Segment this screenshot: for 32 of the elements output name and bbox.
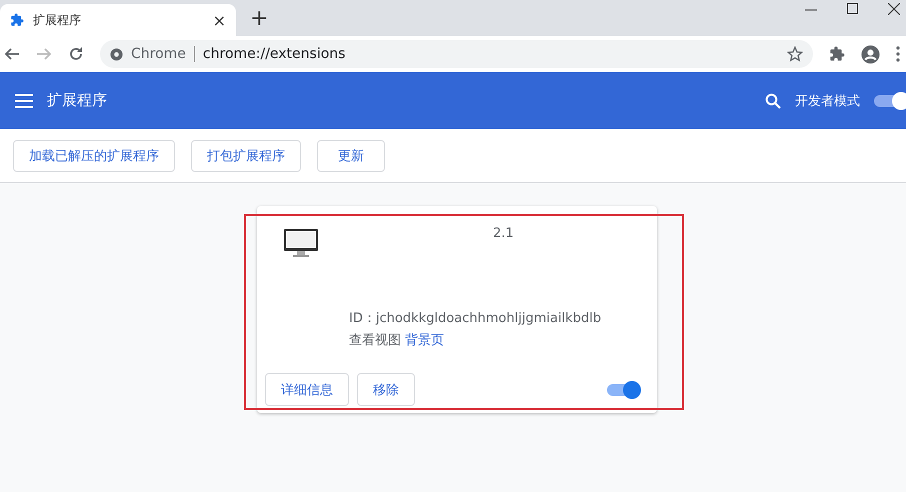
profile-icon[interactable] (861, 44, 880, 64)
url-text: chrome://extensions (202, 46, 346, 62)
inspect-views-label: 查看视图 (349, 333, 401, 348)
card-button[interactable]: 移除 (357, 373, 415, 406)
version-text: 2.1 (493, 226, 515, 241)
search-icon[interactable] (765, 92, 781, 108)
menu-icon[interactable] (896, 46, 900, 62)
developer-mode-toggle[interactable] (874, 94, 906, 106)
reload-icon[interactable] (68, 46, 84, 62)
action-button[interactable]: 加载已解压的扩展程序 (13, 140, 175, 172)
close-icon[interactable] (888, 3, 900, 15)
card-button[interactable]: 详细信息 (265, 373, 349, 406)
puzzle-icon (10, 13, 24, 27)
background-page-link[interactable]: 背景页 (405, 333, 444, 348)
action-button[interactable]: 更新 (317, 140, 385, 172)
browser-tab[interactable]: 扩展程序 × (0, 4, 236, 36)
address-bar[interactable]: Chrome chrome://extensions (100, 40, 813, 68)
menu-icon[interactable] (15, 94, 33, 108)
monitor-icon (283, 228, 319, 258)
maximize-icon[interactable] (847, 3, 858, 14)
developer-mode-label: 开发者模式 (795, 92, 860, 110)
tab-title: 扩展程序 (33, 12, 82, 28)
puzzle-icon[interactable] (829, 46, 845, 62)
star-icon[interactable] (787, 46, 803, 62)
extension-id: ID：jchodkkgldoachhmohljjgmiailkbdlb (349, 310, 602, 327)
tab-close-button[interactable]: × (212, 10, 226, 30)
back-icon[interactable] (4, 46, 20, 62)
action-button[interactable]: 打包扩展程序 (191, 140, 301, 172)
new-tab-button[interactable]: + (250, 5, 268, 33)
site-label: Chrome (131, 46, 186, 62)
chrome-icon (110, 48, 123, 60)
page-title: 扩展程序 (47, 91, 107, 110)
